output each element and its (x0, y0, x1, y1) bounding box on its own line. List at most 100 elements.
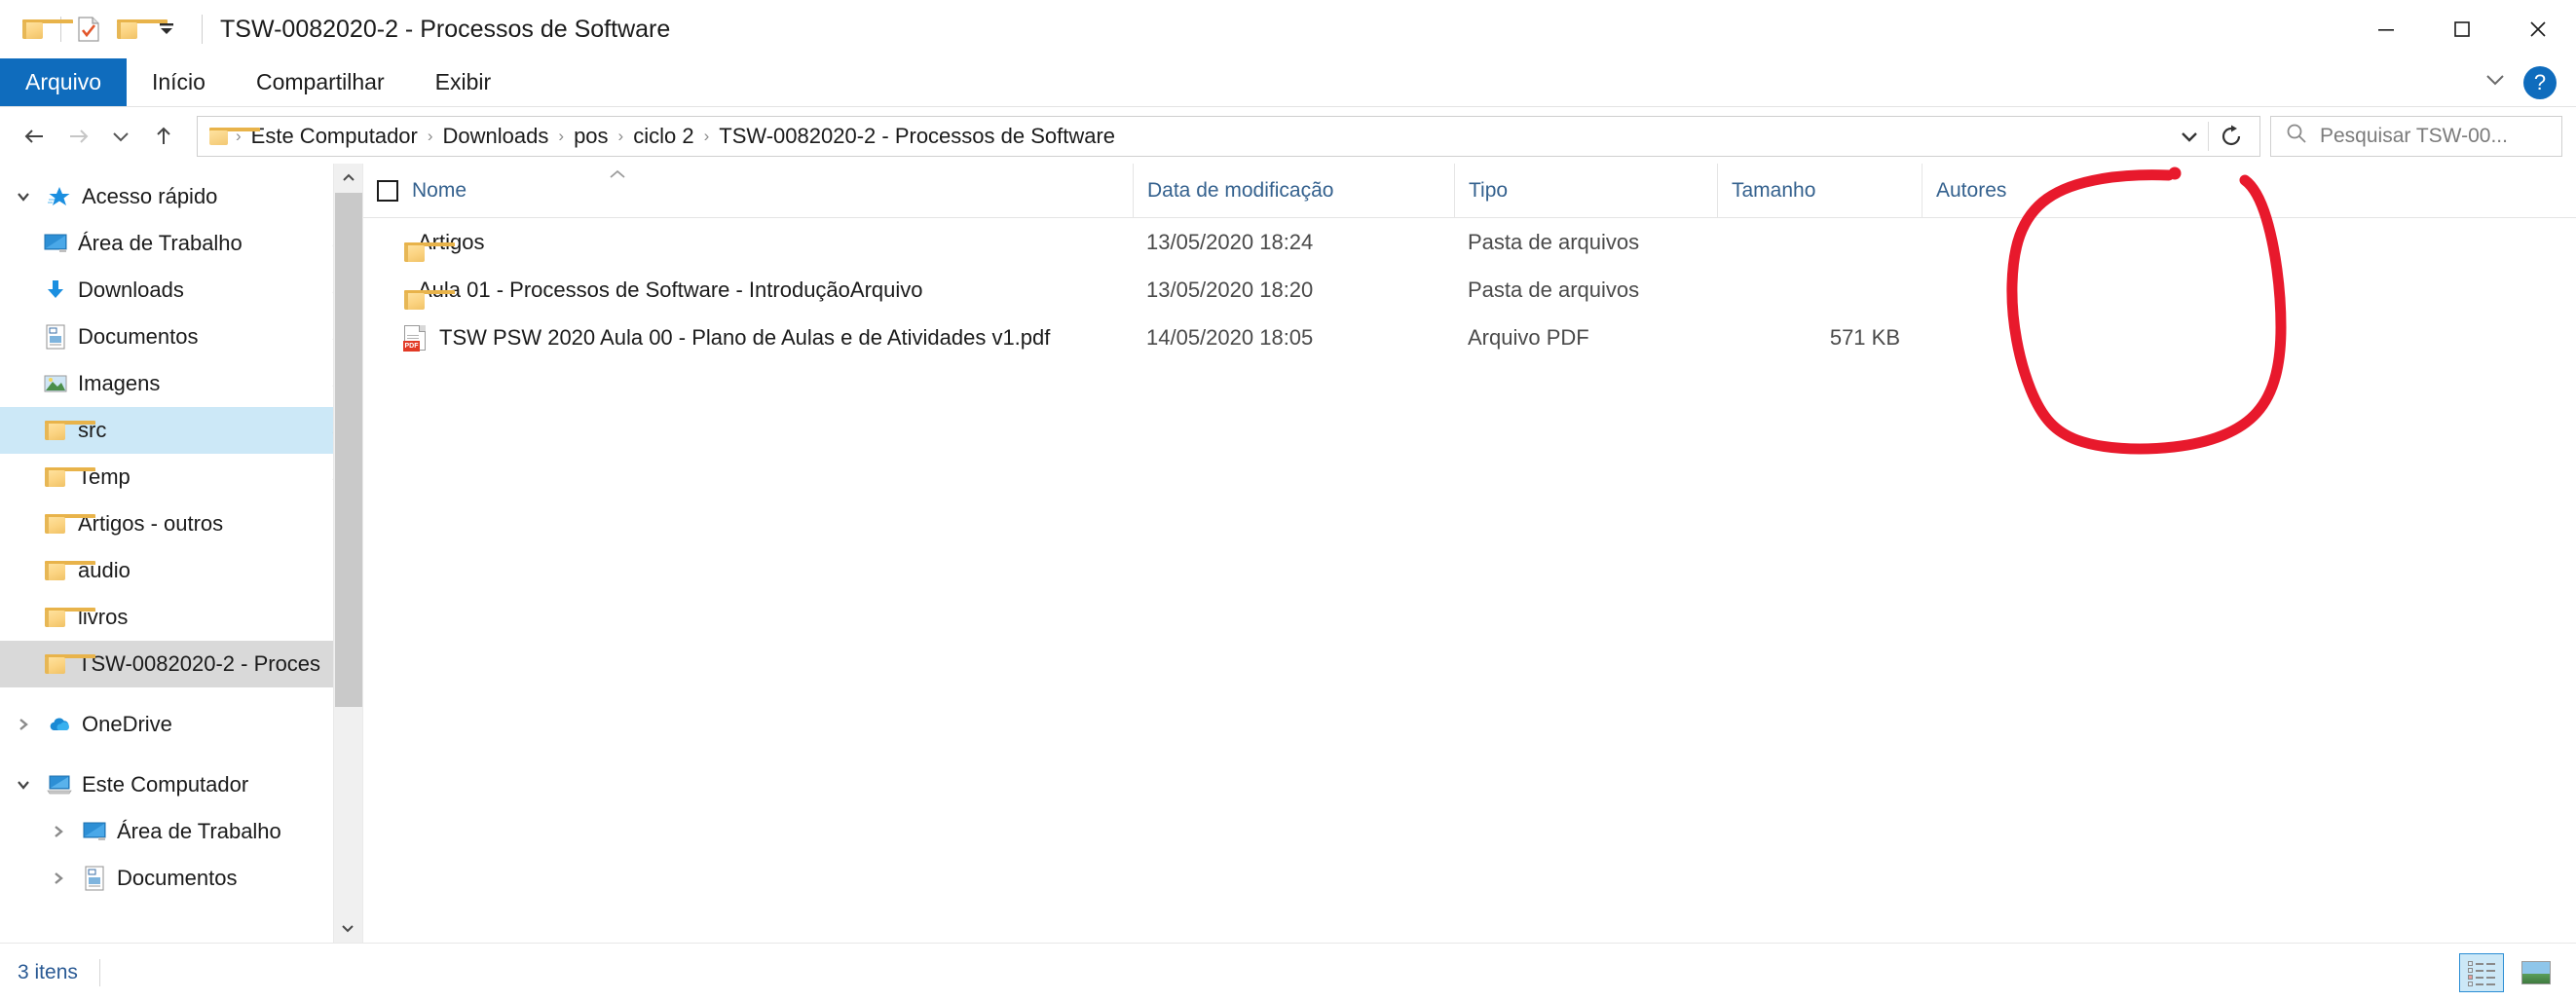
tab-compartilhar[interactable]: Compartilhar (231, 58, 410, 106)
onedrive-icon (43, 715, 76, 734)
sidebar-item-temp[interactable]: Temp (0, 454, 362, 500)
pdf-icon: PDF (403, 324, 426, 352)
tab-inicio[interactable]: Início (127, 58, 231, 106)
sidebar-item-imagens[interactable]: Imagens (0, 360, 362, 407)
customize-qat-dropdown-icon[interactable] (147, 10, 186, 49)
folder-icon (39, 654, 95, 674)
breadcrumb-separator[interactable]: › (616, 127, 627, 146)
breadcrumb-item-downloads[interactable]: Downloads (436, 120, 556, 153)
address-dropdown-icon[interactable] (2171, 118, 2208, 155)
select-all-checkbox[interactable] (363, 179, 412, 202)
column-header-label: Nome (412, 178, 467, 202)
sidebar-item-audio[interactable]: audio (0, 547, 362, 594)
scrollbar-thumb[interactable] (335, 193, 362, 707)
file-name-cell[interactable]: Artigos (363, 218, 1133, 266)
table-row[interactable]: PDF TSW PSW 2020 Aula 00 - Plano de Aula… (363, 314, 2576, 361)
column-header-data[interactable]: Data de modificação (1133, 163, 1454, 218)
window-controls (2348, 0, 2576, 58)
back-button[interactable] (14, 115, 56, 158)
sidebar-item-src[interactable]: src (0, 407, 362, 454)
table-row[interactable]: Artigos 13/05/2020 18:24 Pasta de arquiv… (363, 218, 2576, 266)
breadcrumb-separator[interactable]: › (555, 127, 567, 146)
column-header-row: Nome Data de modificação Tipo Tamanho Au… (363, 163, 2576, 218)
chevron-right-icon[interactable] (4, 716, 43, 733)
sidebar-item-acesso-rapido[interactable]: Acesso rápido (0, 173, 362, 220)
forward-button[interactable] (56, 115, 99, 158)
minimize-button[interactable] (2348, 0, 2424, 58)
new-folder-icon[interactable] (108, 10, 168, 49)
file-size-cell: 571 KB (1829, 324, 1900, 350)
sidebar-item-label: Imagens (78, 371, 161, 395)
sidebar-item-label: Documentos (117, 866, 238, 890)
refresh-button[interactable] (2209, 116, 2254, 157)
breadcrumb-separator[interactable]: › (701, 127, 713, 146)
breadcrumb-item-ciclo-2[interactable]: ciclo 2 (626, 120, 700, 153)
breadcrumb-item-pos[interactable]: pos (567, 120, 615, 153)
large-icons-view-button[interactable] (2514, 953, 2558, 992)
recent-locations-button[interactable] (99, 115, 142, 158)
sidebar-item-onedrive[interactable]: OneDrive (0, 701, 362, 748)
pictures-icon (39, 373, 72, 394)
breadcrumb[interactable]: › Este Computador › Downloads › pos › ci… (197, 115, 2260, 157)
chevron-down-icon[interactable] (4, 188, 43, 205)
column-header-tamanho[interactable]: Tamanho (1717, 163, 1922, 218)
sidebar-item-este-computador[interactable]: Este Computador (0, 761, 362, 808)
file-rows: Artigos 13/05/2020 18:24 Pasta de arquiv… (363, 218, 2576, 361)
breadcrumb-separator[interactable]: › (425, 127, 436, 146)
star-icon (43, 184, 76, 209)
document-icon (39, 324, 72, 350)
search-input[interactable]: Pesquisar TSW-00... (2270, 115, 2562, 157)
column-header-tipo[interactable]: Tipo (1454, 163, 1717, 218)
file-authors-cell (1922, 218, 2107, 266)
desktop-icon (39, 233, 72, 254)
sidebar-item-label: Downloads (78, 278, 184, 302)
table-row[interactable]: Aula 01 - Processos de Software - Introd… (363, 266, 2576, 314)
folder-icon[interactable] (14, 10, 73, 49)
chevron-right-icon[interactable] (39, 823, 78, 840)
chevron-down-icon[interactable] (4, 776, 43, 794)
folder-icon (39, 514, 95, 534)
scroll-up-icon[interactable] (334, 164, 362, 193)
chevron-down-icon[interactable] (2481, 70, 2510, 94)
item-count-label: 3 itens (18, 960, 78, 983)
sidebar-item-area-de-trabalho[interactable]: Área de Trabalho (0, 220, 362, 267)
column-header-nome[interactable]: Nome (363, 164, 1133, 218)
sidebar-item-este-computador-documentos[interactable]: Documentos (0, 855, 362, 902)
file-date-cell: 14/05/2020 18:05 (1146, 324, 1314, 350)
properties-icon[interactable] (69, 10, 108, 49)
file-name-cell[interactable]: Aula 01 - Processos de Software - Introd… (363, 266, 1133, 314)
sidebar-item-este-computador-area-de-trabalho[interactable]: Área de Trabalho (0, 808, 362, 855)
file-name-cell[interactable]: PDF TSW PSW 2020 Aula 00 - Plano de Aula… (363, 314, 1133, 361)
breadcrumb-item-este-computador[interactable]: Este Computador (244, 120, 425, 153)
sidebar-item-livros[interactable]: livros (0, 594, 362, 641)
help-icon[interactable]: ? (2523, 65, 2557, 99)
maximize-button[interactable] (2424, 0, 2500, 58)
details-view-button[interactable] (2459, 952, 2504, 992)
sidebar-scrollbar[interactable] (333, 164, 362, 943)
close-button[interactable] (2500, 0, 2576, 58)
sidebar-item-artigos-outros[interactable]: Artigos - outros (0, 500, 362, 547)
title-bar: TSW-0082020-2 - Processos de Software (0, 0, 2576, 58)
scroll-down-icon[interactable] (334, 913, 361, 943)
navigation-pane: Acesso rápido Área de Trabalho Downloads… (0, 164, 362, 943)
file-authors-cell (1922, 266, 2107, 314)
nav-tree: Acesso rápido Área de Trabalho Downloads… (0, 164, 362, 902)
download-icon (39, 278, 72, 303)
column-header-autores[interactable]: Autores (1922, 163, 2107, 218)
folder-icon (39, 467, 95, 487)
breadcrumb-folder-icon[interactable] (209, 127, 260, 145)
main-content: Acesso rápido Área de Trabalho Downloads… (0, 163, 2576, 943)
sidebar-item-downloads[interactable]: Downloads (0, 267, 362, 314)
chevron-right-icon[interactable] (39, 870, 78, 887)
sidebar-item-label: Documentos (78, 324, 199, 349)
search-icon (2285, 122, 2308, 150)
ribbon-right-controls: ? (2481, 58, 2576, 106)
sidebar-item-documentos[interactable]: Documentos (0, 314, 362, 360)
sidebar-item-tsw-0082020-2[interactable]: TSW-0082020-2 - Proces (0, 641, 362, 687)
details-view-icon (2468, 960, 2495, 986)
breadcrumb-item-current[interactable]: TSW-0082020-2 - Processos de Software (712, 120, 1122, 153)
tab-exibir[interactable]: Exibir (410, 58, 517, 106)
sort-ascending-icon (607, 167, 628, 185)
tab-arquivo[interactable]: Arquivo (0, 58, 127, 106)
up-button[interactable] (142, 115, 185, 158)
